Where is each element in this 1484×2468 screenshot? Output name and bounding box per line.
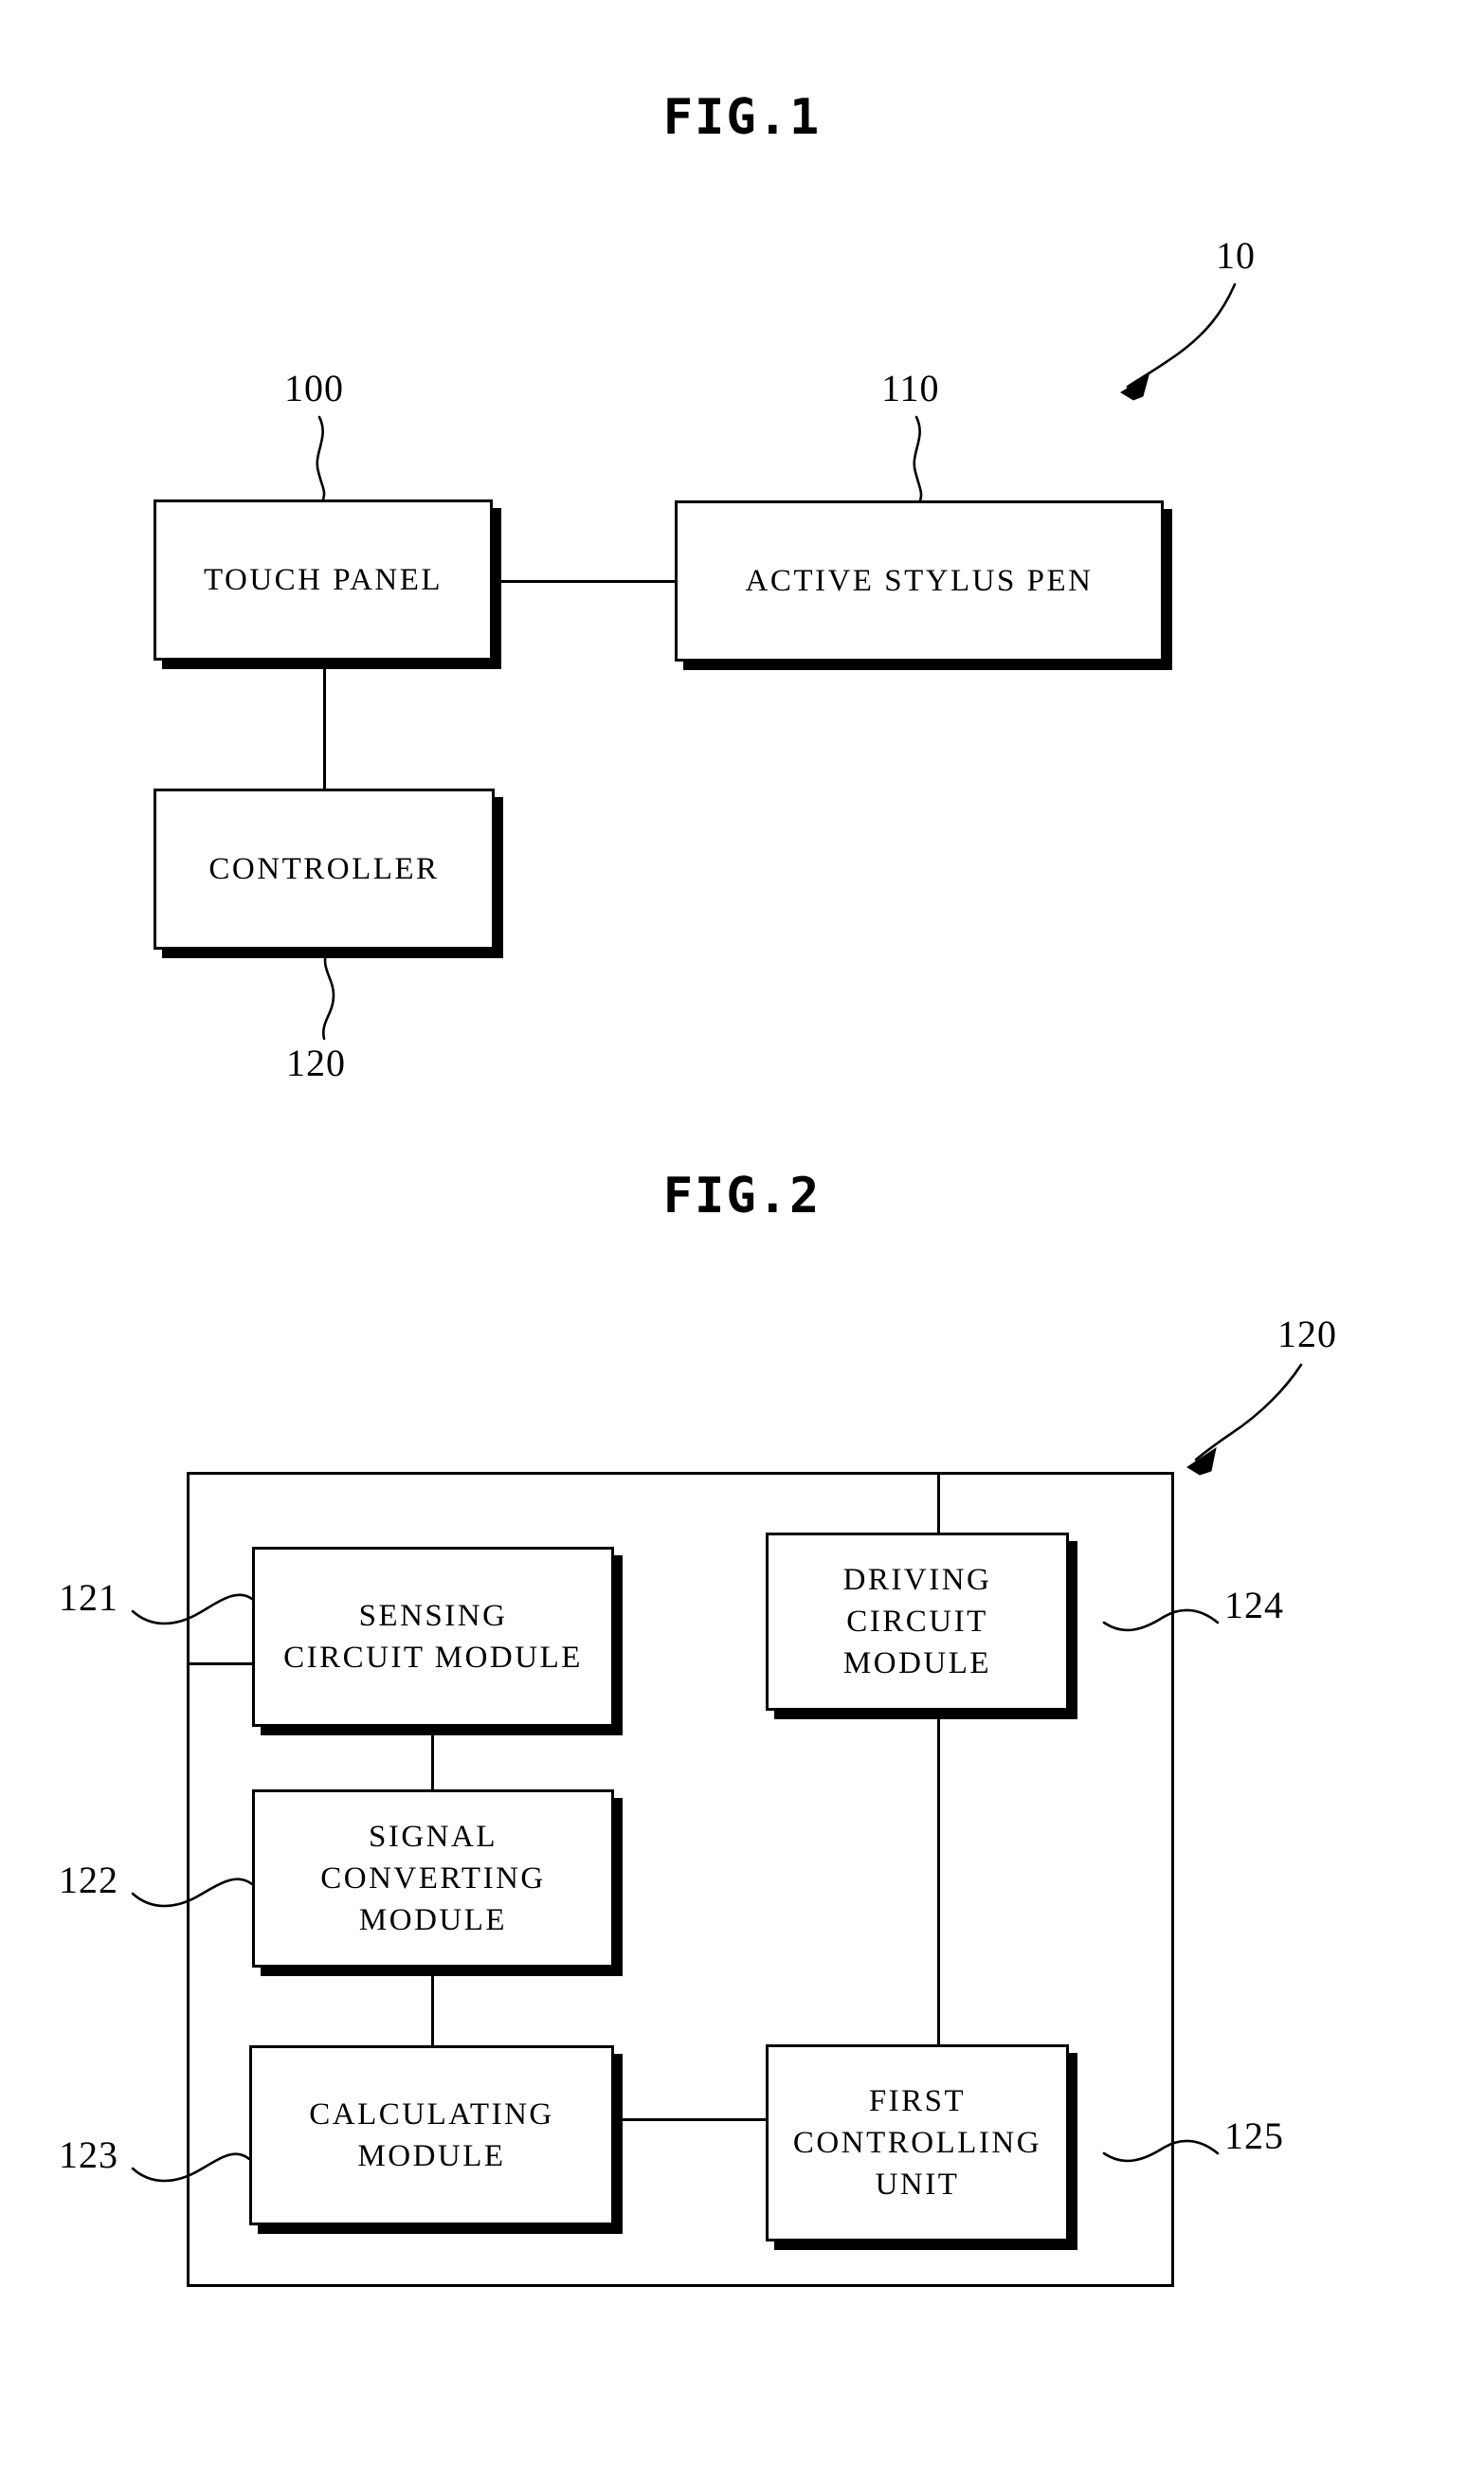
block-controller-label: CONTROLLER — [208, 852, 440, 886]
block-touch-panel-label: TOUCH PANEL — [203, 563, 443, 597]
leader-line-100 — [316, 415, 326, 501]
connector-container-to-sensing-module — [187, 1662, 255, 1665]
leader-line-110 — [913, 415, 923, 502]
connector-container-to-driving-module — [937, 1472, 940, 1534]
block-first-controlling-unit: FIRST CONTROLLING UNIT — [766, 2044, 1069, 2241]
connector-sensing-to-signal-converting — [431, 1727, 434, 1791]
block-signal-converting-module-label: SIGNAL CONVERTING MODULE — [320, 1820, 546, 1937]
connector-driving-to-first-controlling — [937, 1711, 940, 2044]
figure-1-title: FIG.1 — [662, 89, 822, 146]
connector-touch-panel-to-stylus — [493, 580, 675, 583]
block-active-stylus-pen: ACTIVE STYLUS PEN — [675, 500, 1164, 662]
block-sensing-circuit-module: SENSING CIRCUIT MODULE — [252, 1547, 614, 1727]
reference-numeral-120-fig1: 120 — [286, 1042, 346, 1084]
block-touch-panel: TOUCH PANEL — [154, 499, 493, 661]
reference-numeral-123: 123 — [59, 2133, 118, 2176]
reference-numeral-10: 10 — [1216, 234, 1256, 277]
connector-calculating-to-first-controlling — [611, 2118, 769, 2121]
block-driving-circuit-module: DRIVING CIRCUIT MODULE — [766, 1533, 1069, 1711]
block-active-stylus-pen-label: ACTIVE STYLUS PEN — [745, 564, 1094, 598]
block-calculating-module-label: CALCULATING MODULE — [309, 2097, 554, 2173]
block-sensing-circuit-module-label: SENSING CIRCUIT MODULE — [283, 1599, 583, 1675]
figure-2-title: FIG.2 — [662, 1168, 822, 1225]
block-driving-circuit-module-label: DRIVING CIRCUIT MODULE — [842, 1563, 992, 1680]
reference-numeral-125: 125 — [1224, 2114, 1284, 2157]
reference-numeral-110: 110 — [881, 367, 940, 409]
reference-numeral-120-fig2: 120 — [1277, 1313, 1337, 1355]
leader-line-120-fig1 — [321, 949, 335, 1041]
reference-numeral-124: 124 — [1224, 1584, 1284, 1626]
block-calculating-module: CALCULATING MODULE — [249, 2045, 614, 2225]
leader-arrow-10 — [1126, 282, 1237, 389]
connector-signal-converting-to-calculating — [431, 1968, 434, 2047]
block-first-controlling-unit-label: FIRST CONTROLLING UNIT — [792, 2084, 1042, 2202]
connector-touch-panel-to-controller — [323, 661, 326, 789]
arrowhead-10 — [1120, 373, 1149, 401]
reference-numeral-121: 121 — [59, 1576, 118, 1619]
arrowhead-120-fig2 — [1186, 1446, 1217, 1476]
block-controller: CONTROLLER — [154, 789, 495, 950]
reference-numeral-100: 100 — [284, 367, 344, 409]
block-signal-converting-module: SIGNAL CONVERTING MODULE — [252, 1789, 614, 1968]
leader-arrow-120-fig2 — [1194, 1363, 1303, 1461]
patent-drawing-sheet: FIG.1 10 100 110 120 TOUCH PANEL ACTIVE … — [0, 0, 1484, 2468]
reference-numeral-122: 122 — [59, 1859, 118, 1901]
